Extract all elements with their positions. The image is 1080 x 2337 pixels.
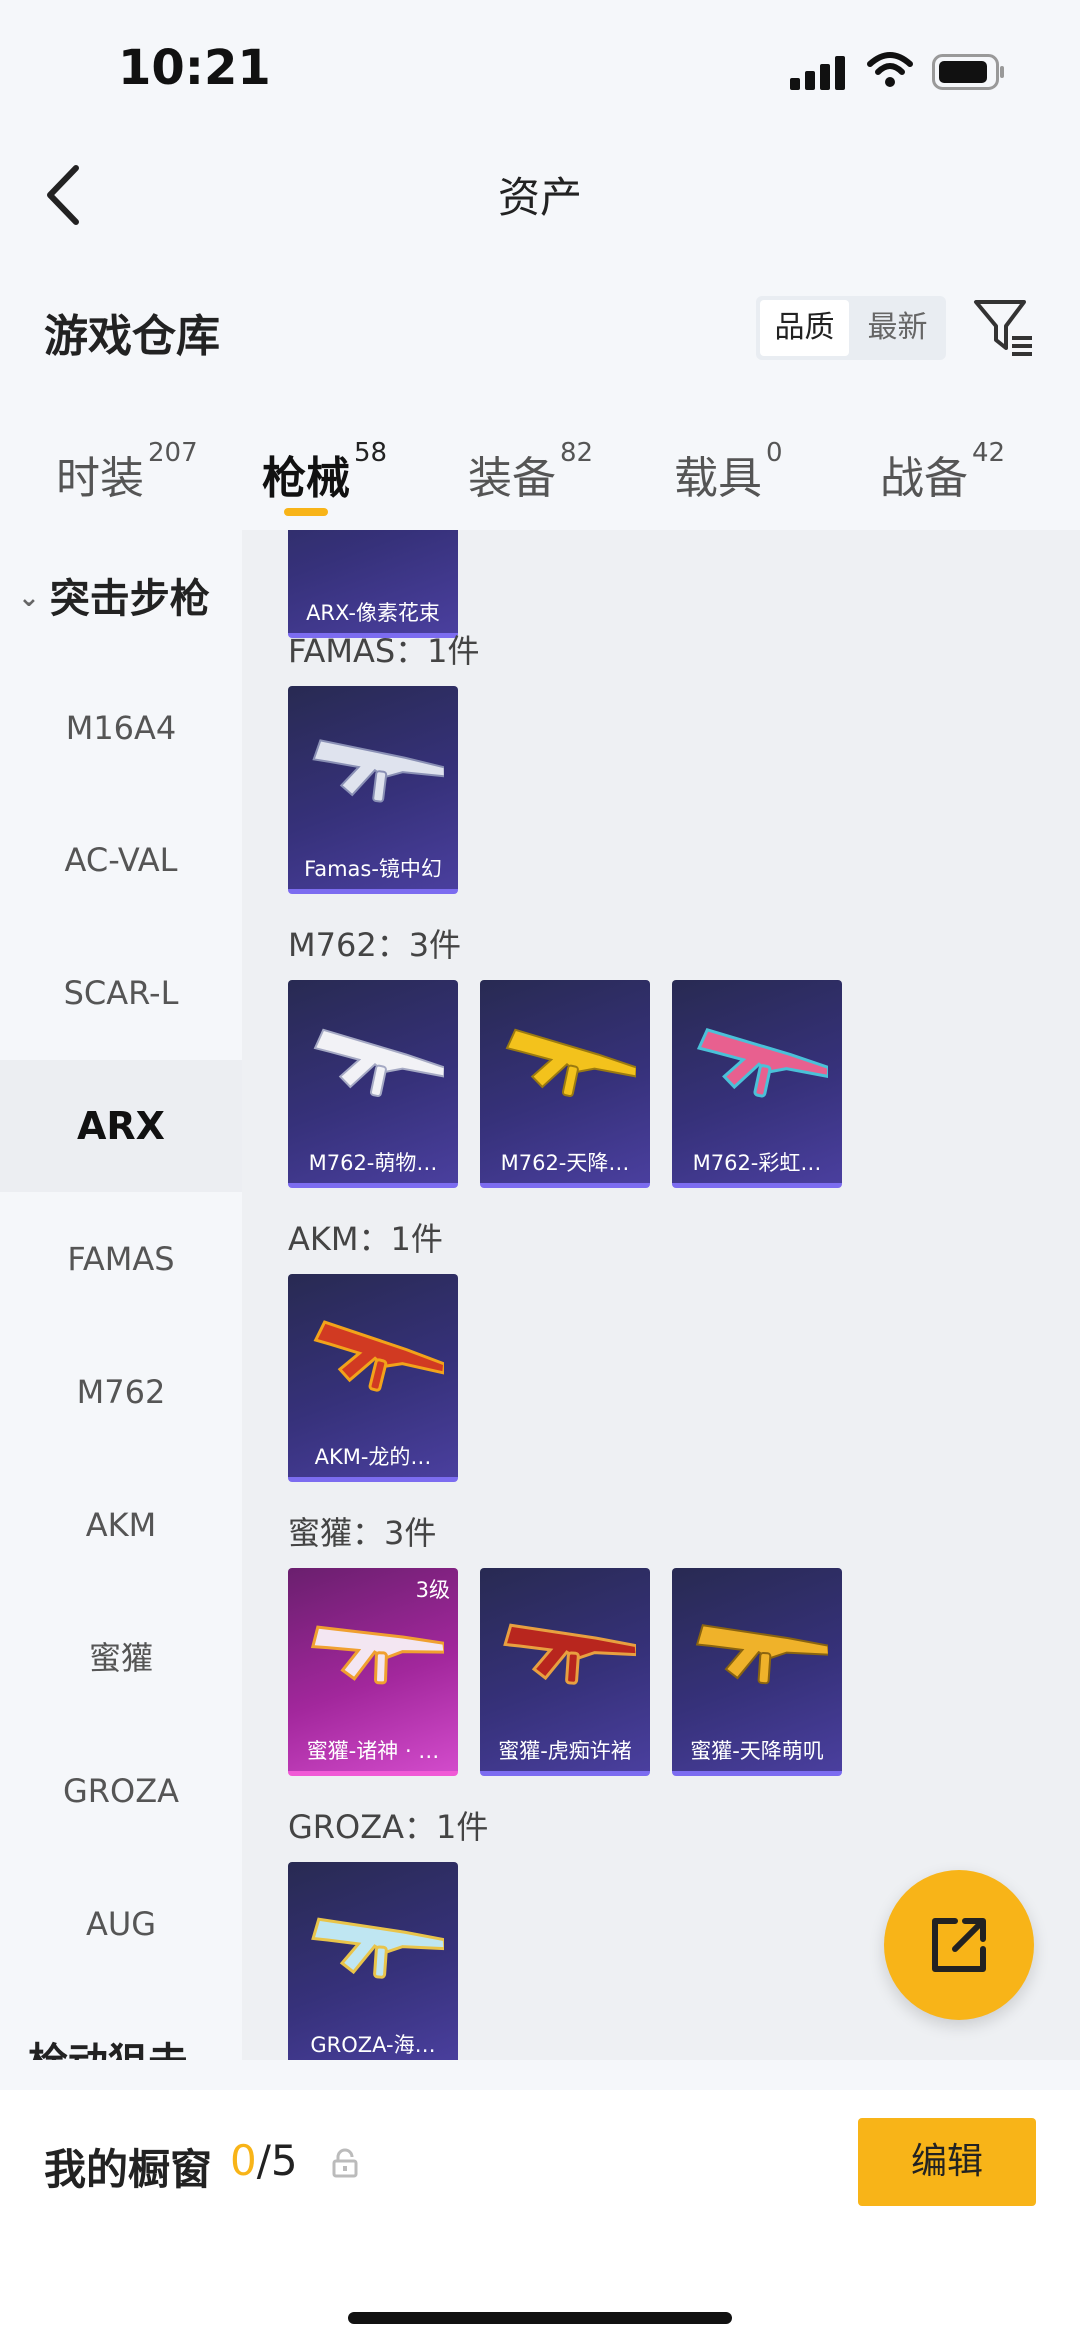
sidebar-item-groza[interactable]: GROZA	[0, 1725, 242, 1857]
item-name: M762-萌物…	[308, 1151, 438, 1175]
section-title: 游戏仓库	[44, 311, 220, 362]
sidebar-item-aug[interactable]: AUG	[0, 1858, 242, 1990]
sort-latest-button[interactable]: 最新	[853, 300, 942, 356]
sidebar-item-arx[interactable]: ARX	[0, 1060, 242, 1192]
lock-icon	[332, 2148, 358, 2178]
sidebar-item-m762[interactable]: M762	[0, 1326, 242, 1458]
tab-supplies[interactable]: 战备 42	[880, 438, 1005, 506]
sidebar-item-akm[interactable]: AKM	[0, 1459, 242, 1591]
external-link-icon	[932, 1918, 986, 1972]
item-name: 蜜獾-天降萌叽	[690, 1739, 824, 1763]
sidebar-group-label: 突击步枪	[49, 576, 210, 622]
item-name: 蜜獾-虎痴许褚	[498, 1739, 632, 1763]
sidebar-item-m16a4[interactable]: M16A4	[0, 662, 242, 794]
category-tabs: 时装 207 枪械 58 装备 82 载具 0 战备 42	[0, 430, 1080, 530]
item-card[interactable]: M762-萌物…	[288, 980, 458, 1188]
group-title: M762：3件	[288, 926, 462, 964]
sidebar-group-bolt-action[interactable]: ›栓动狙击	[18, 2030, 188, 2060]
group-title: GROZA：1件	[288, 1808, 489, 1846]
weapon-sidebar: ⌄ 突击步枪 M16A4 AC-VAL SCAR-L ARX FAMAS M762…	[0, 530, 242, 2060]
tab-count: 82	[560, 438, 594, 468]
showcase-max: /5	[256, 2136, 298, 2185]
status-bar: 10:21	[0, 0, 1080, 130]
tab-label: 装备	[468, 453, 556, 504]
sort-quality-button[interactable]: 品质	[760, 300, 849, 356]
filter-icon[interactable]	[972, 296, 1036, 360]
item-name: M762-彩虹…	[692, 1151, 822, 1175]
item-card[interactable]: 蜜獾-虎痴许褚	[480, 1568, 650, 1776]
item-card[interactable]: Famas-镜中幻	[288, 686, 458, 894]
item-name: M762-天降…	[500, 1151, 630, 1175]
gun-skin-image	[688, 1598, 828, 1708]
tab-fashion[interactable]: 时装 207	[56, 438, 198, 506]
gun-skin-image	[496, 1597, 636, 1709]
tab-count: 42	[972, 438, 1006, 468]
gun-skin-image	[688, 1006, 828, 1126]
item-name: Famas-镜中幻	[304, 857, 442, 881]
gun-skin-image	[304, 1006, 444, 1126]
tab-equipment[interactable]: 装备 82	[468, 438, 593, 506]
battery-icon	[932, 54, 1004, 90]
tab-vehicles[interactable]: 载具 0	[674, 438, 783, 506]
status-time: 10:21	[118, 40, 271, 96]
item-card[interactable]: GROZA-海…	[288, 1862, 458, 2060]
home-indicator	[348, 2312, 732, 2324]
chevron-right-icon: ›	[18, 2054, 28, 2060]
tab-indicator	[284, 508, 328, 516]
page-title: 资产	[497, 173, 582, 222]
gun-skin-image	[304, 1599, 444, 1707]
group-title: FAMAS：1件	[288, 632, 480, 670]
signal-icon	[790, 56, 845, 90]
tab-count: 207	[148, 438, 198, 468]
sort-toggle: 品质 最新	[756, 296, 946, 360]
gun-skin-image	[496, 1006, 636, 1126]
tab-label: 枪械	[262, 453, 350, 504]
item-card[interactable]: M762-天降…	[480, 980, 650, 1188]
share-button[interactable]	[884, 1870, 1034, 2020]
gun-skin-image	[304, 713, 444, 829]
item-name: AKM-龙的…	[314, 1445, 432, 1469]
group-title: AKM：1件	[288, 1220, 443, 1258]
chevron-down-icon: ⌄	[18, 583, 40, 613]
sidebar-item-honey-badger[interactable]: 蜜獾	[0, 1592, 242, 1724]
tab-label: 载具	[674, 453, 762, 504]
item-card[interactable]: 蜜獾-天降萌叽	[672, 1568, 842, 1776]
showcase-count: 0/5	[230, 2136, 298, 2185]
item-card[interactable]: M762-彩虹…	[672, 980, 842, 1188]
showcase-current: 0	[230, 2136, 257, 2185]
edit-button[interactable]: 编辑	[858, 2118, 1036, 2206]
sidebar-item-famas[interactable]: FAMAS	[0, 1193, 242, 1325]
tab-label: 战备	[880, 453, 968, 504]
wifi-icon	[867, 52, 913, 87]
gun-skin-image	[304, 1300, 444, 1420]
group-title: 蜜獾：3件	[288, 1514, 437, 1552]
tab-guns[interactable]: 枪械 58	[262, 438, 387, 506]
item-name: ARX-像素花束	[306, 601, 440, 625]
sidebar-group-assault-rifles[interactable]: ⌄ 突击步枪	[18, 566, 210, 624]
item-card[interactable]: AKM-龙的…	[288, 1274, 458, 1482]
sidebar-group-label: 栓动狙击	[28, 2040, 188, 2060]
tab-count: 0	[766, 438, 783, 468]
gun-skin-image	[304, 1891, 444, 2003]
item-name: GROZA-海…	[310, 2033, 436, 2057]
item-grid-panel: ARX-像素花束 FAMAS：1件 Famas-镜中幻 M762：3件 M762…	[242, 530, 1080, 2060]
item-card[interactable]: ARX-像素花束	[288, 530, 458, 638]
tab-label: 时装	[56, 453, 144, 504]
item-card[interactable]: 3级 蜜獾-诸神 · …	[288, 1568, 458, 1776]
nav-bar: 资产	[0, 130, 1080, 260]
sidebar-item-scar-l[interactable]: SCAR-L	[0, 927, 242, 1059]
showcase-label: 我的橱窗	[44, 2145, 213, 2194]
showcase-bar: 我的橱窗 0/5 编辑	[0, 2090, 1080, 2337]
sidebar-item-ac-val[interactable]: AC-VAL	[0, 794, 242, 926]
tab-count: 58	[354, 438, 388, 468]
item-name: 蜜獾-诸神 · …	[306, 1739, 440, 1763]
